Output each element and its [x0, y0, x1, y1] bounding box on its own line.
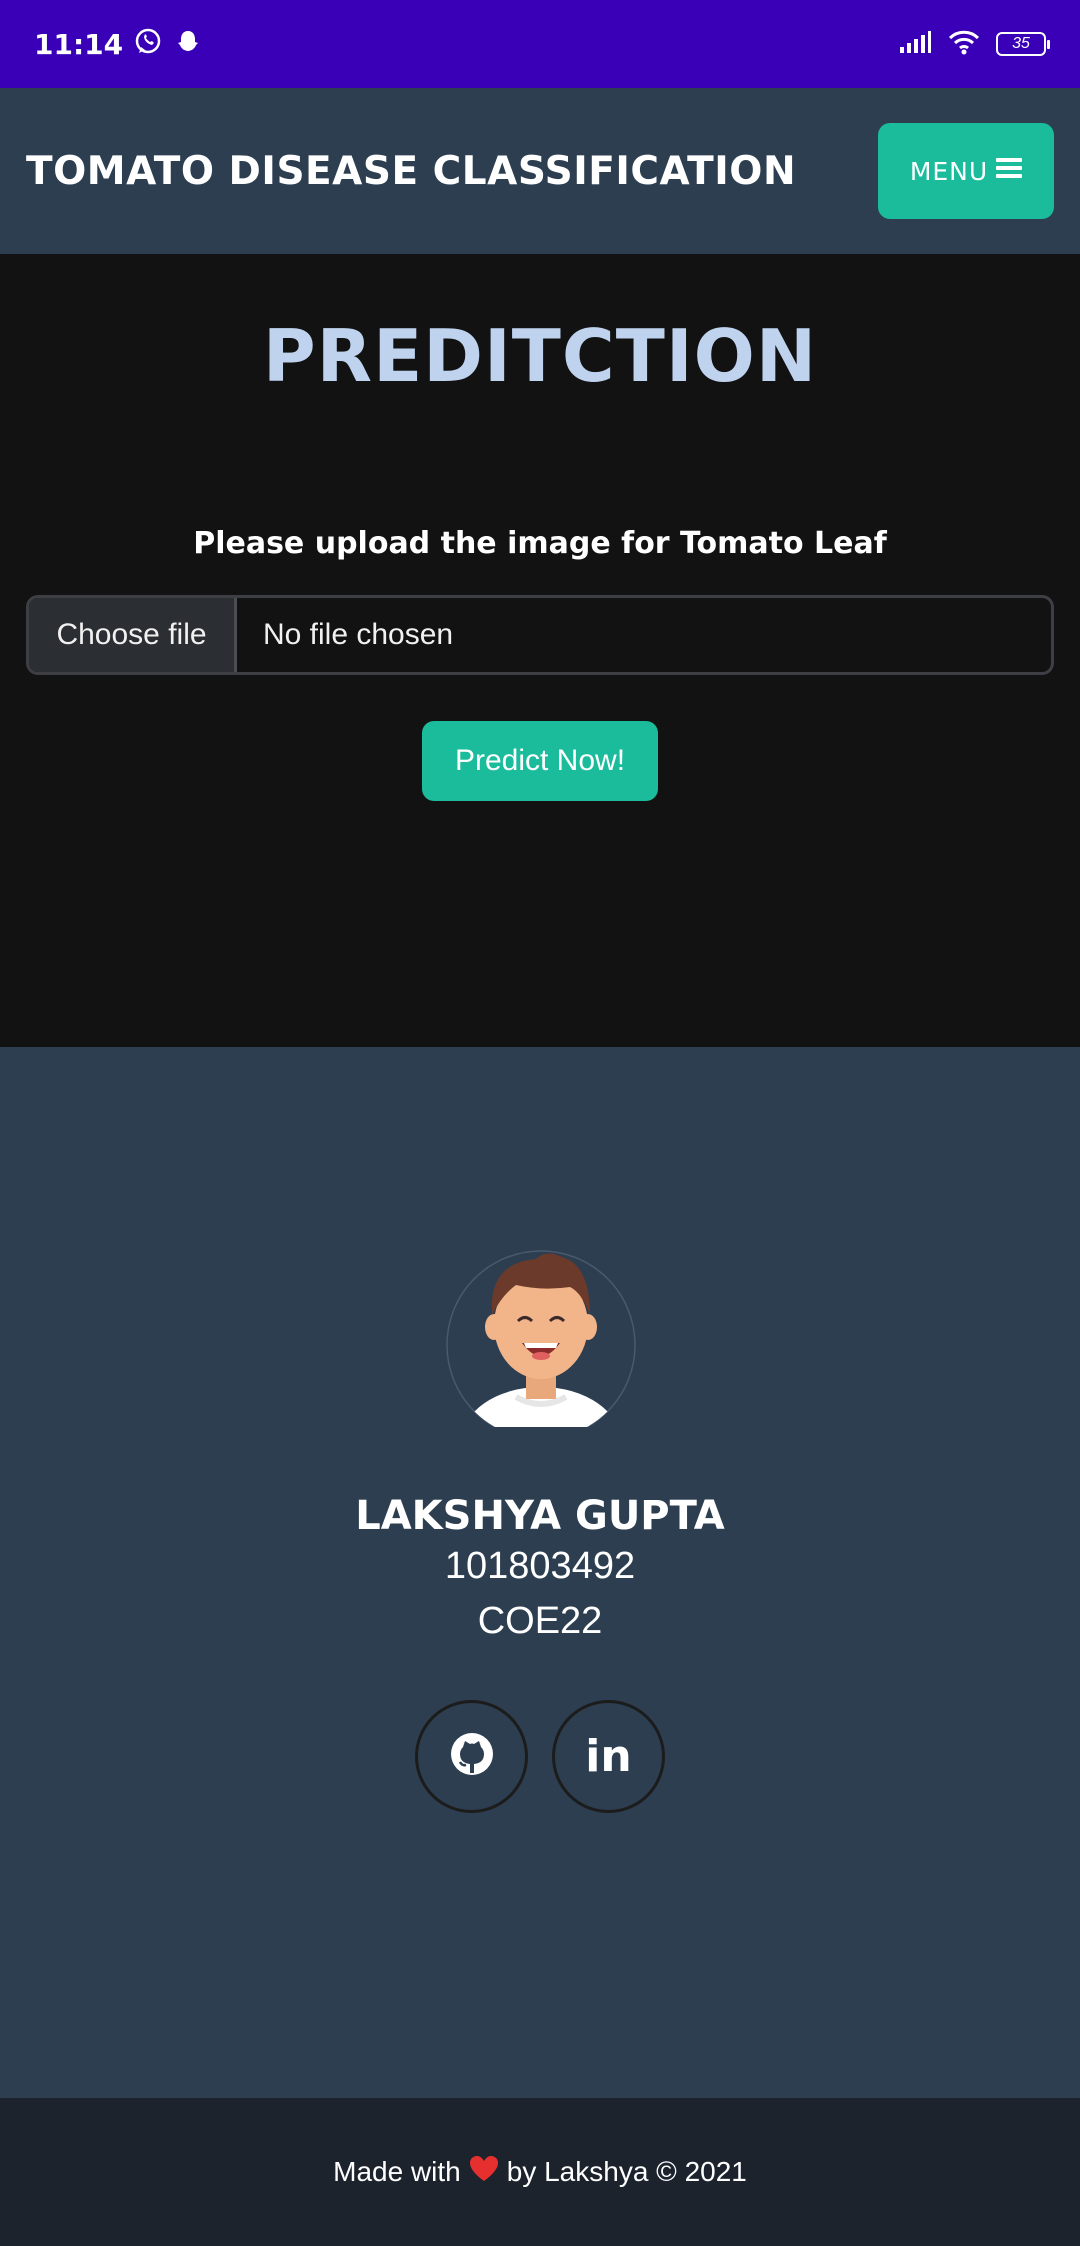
- linkedin-link[interactable]: in: [552, 1700, 665, 1813]
- hamburger-icon: [996, 156, 1023, 186]
- avatar: [446, 1237, 636, 1440]
- linkedin-icon: in: [585, 1731, 632, 1782]
- menu-label: MENU: [909, 156, 989, 186]
- status-time: 11:14: [34, 27, 124, 61]
- social-links: in: [0, 1700, 1080, 1813]
- page-title: PREDITCTION: [262, 314, 818, 398]
- footer-prefix: Made with: [333, 2156, 461, 2187]
- github-icon: [449, 1731, 495, 1782]
- profile-name: LAKSHYA GUPTA: [355, 1493, 725, 1539]
- status-right: 35: [898, 29, 1050, 60]
- upload-label: Please upload the image for Tomato Leaf: [193, 526, 887, 561]
- file-status: No file chosen: [263, 618, 454, 651]
- status-left: 11:14: [34, 27, 203, 62]
- menu-button[interactable]: MENU: [878, 123, 1054, 219]
- file-input[interactable]: Choose file No file chosen: [26, 595, 1054, 675]
- wifi-icon: [948, 29, 980, 60]
- navbar: TOMATO DISEASE CLASSIFICATION MENU: [0, 88, 1080, 254]
- status-bar: 11:14 35: [0, 0, 1080, 88]
- choose-file-button[interactable]: Choose file: [29, 598, 237, 672]
- snapchat-icon: [173, 27, 203, 62]
- prediction-section: PREDITCTION Please upload the image for …: [0, 254, 1080, 1047]
- predict-button[interactable]: Predict Now!: [422, 721, 658, 801]
- profile-section: LAKSHYA GUPTA 101803492 COE22 in: [0, 1047, 1080, 2098]
- whatsapp-icon: [133, 27, 163, 62]
- profile-group: COE22: [477, 1600, 603, 1642]
- battery-icon: 35: [996, 32, 1050, 56]
- footer: Made with by Lakshya © 2021: [0, 2098, 1080, 2246]
- github-link[interactable]: [415, 1700, 528, 1813]
- brand-title[interactable]: TOMATO DISEASE CLASSIFICATION: [26, 149, 796, 194]
- heart-icon: [469, 2155, 499, 2190]
- profile-roll-number: 101803492: [444, 1545, 636, 1587]
- footer-suffix: by Lakshya © 2021: [506, 2156, 747, 2187]
- signal-icon: [898, 29, 932, 60]
